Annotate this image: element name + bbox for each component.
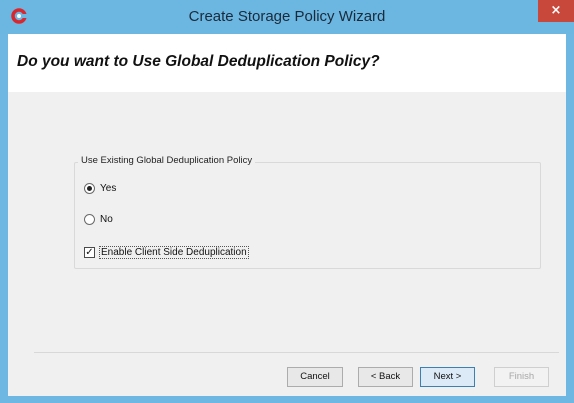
radio-no[interactable]: No	[84, 214, 113, 225]
wizard-window: Create Storage Policy Wizard × Do you wa…	[0, 0, 574, 403]
back-button[interactable]: < Back	[358, 367, 413, 387]
radio-yes-button[interactable]	[84, 183, 95, 194]
radio-yes-label: Yes	[100, 183, 117, 194]
next-button[interactable]: Next >	[420, 367, 475, 387]
cancel-button[interactable]: Cancel	[287, 367, 343, 387]
title-bar[interactable]: Create Storage Policy Wizard ×	[0, 0, 574, 34]
heading-panel: Do you want to Use Global Deduplication …	[8, 34, 566, 92]
close-icon: ×	[550, 3, 562, 18]
page-heading: Do you want to Use Global Deduplication …	[17, 53, 380, 70]
radio-no-button[interactable]	[84, 214, 95, 225]
close-button[interactable]: ×	[538, 0, 574, 22]
radio-no-label: No	[100, 214, 113, 225]
window-title: Create Storage Policy Wizard	[188, 8, 386, 25]
client-side-dedup-checkbox[interactable]: ✓ Enable Client Side Deduplication	[84, 246, 249, 259]
radio-yes[interactable]: Yes	[84, 183, 116, 194]
checkbox-label: Enable Client Side Deduplication	[99, 246, 249, 259]
finish-button[interactable]: Finish	[494, 367, 549, 387]
wizard-body: Do you want to Use Global Deduplication …	[8, 34, 566, 396]
checkbox-box[interactable]: ✓	[84, 247, 95, 258]
group-label: Use Existing Global Deduplication Policy	[78, 155, 256, 166]
button-separator	[34, 352, 559, 353]
